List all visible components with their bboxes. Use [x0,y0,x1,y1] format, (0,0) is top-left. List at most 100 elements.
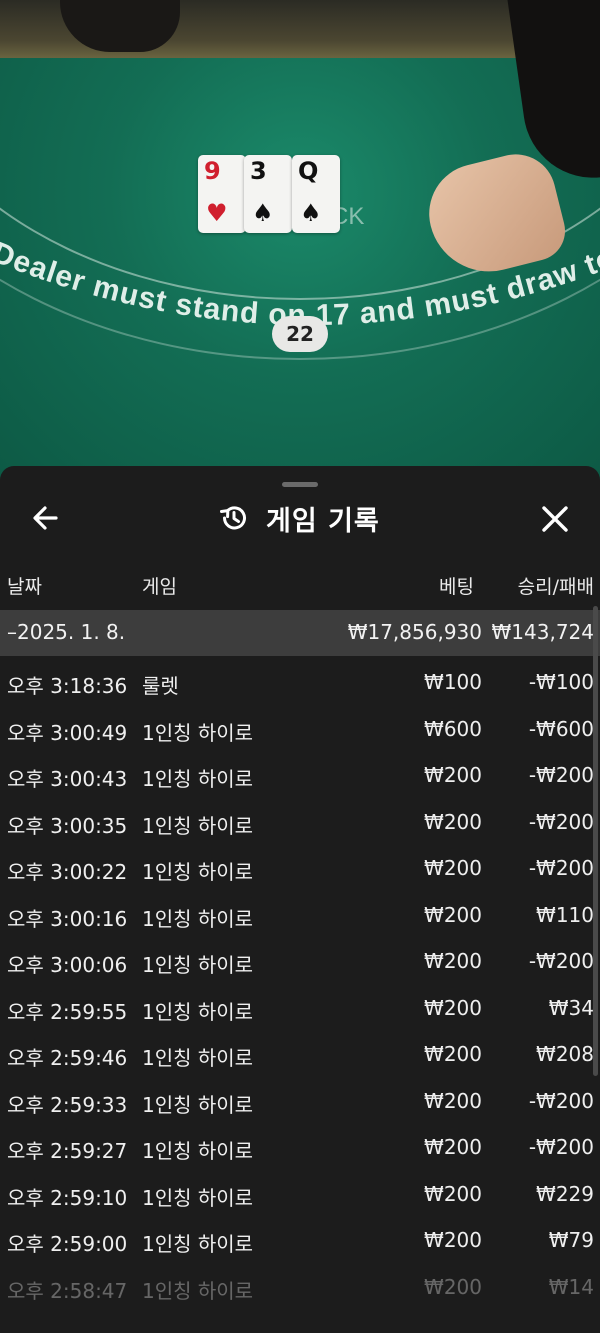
row-time: 오후 3:00:49 [7,720,128,745]
row-game: 1인칭 하이로 [142,1139,254,1163]
row-win-loss: -₩100 [528,670,594,694]
card-1-suit: ♥ [206,199,228,227]
history-row[interactable]: 오후 2:59:00 1인칭 하이로 ₩200 ₩79 [0,1218,600,1265]
card-1-rank: 9 [204,157,221,185]
row-win-loss: -₩200 [528,1135,594,1159]
card-2-rank: 3 [250,157,267,185]
row-time: 오후 3:00:43 [7,767,128,791]
row-game: 룰렛 [142,674,179,698]
row-game: 1인칭 하이로 [142,813,254,838]
scrollbar[interactable] [593,606,598,1076]
summary-total-win-loss: ₩143,724 [491,620,594,644]
history-row[interactable]: 오후 2:58:47 1인칭 하이로 ₩200 ₩14 [0,1265,600,1312]
column-header-win-loss[interactable]: 승리/패배 [480,572,594,600]
row-bet: ₩200 [424,763,482,787]
hand-score-badge: 22 [272,316,328,352]
sheet-header: 게임 기록 [0,494,600,542]
row-bet: ₩200 [424,949,482,973]
history-row[interactable]: 오후 2:59:33 1인칭 하이로 ₩200 -₩200 [0,1079,600,1126]
row-time: 오후 2:59:46 [7,1046,128,1070]
row-win-loss: ₩14 [548,1274,594,1299]
row-game: 1인칭 하이로 [142,1092,254,1117]
row-game: 1인칭 하이로 [142,767,254,791]
sheet-title-group: 게임 기록 [218,498,380,538]
history-row[interactable]: 오후 2:59:10 1인칭 하이로 ₩200 ₩229 [0,1172,600,1219]
row-time: 오후 3:00:35 [7,813,128,838]
row-game: 1인칭 하이로 [142,1046,254,1070]
row-bet: ₩200 [424,1228,482,1252]
summary-total-bet: ₩17,856,930 [347,620,482,644]
row-win-loss: -₩200 [528,1088,594,1113]
back-button[interactable] [28,500,64,536]
history-row[interactable]: 오후 3:00:49 1인칭 하이로 ₩600 -₩600 [0,707,600,754]
date-summary-row[interactable]: –2025. 1. 8. ₩17,856,930 ₩143,724 [0,610,600,656]
row-time: 오후 2:59:00 [7,1232,128,1256]
row-bet: ₩600 [424,716,482,741]
row-time: 오후 2:59:10 [7,1185,128,1210]
row-bet: ₩200 [424,995,482,1020]
row-win-loss: ₩34 [548,995,594,1020]
card-1: 9 ♥ [198,155,246,233]
history-row[interactable]: 오후 3:00:06 1인칭 하이로 ₩200 -₩200 [0,939,600,986]
live-table-video: Dealer must stand on 17 and must draw to… [0,0,600,480]
card-3: Q ♠ [292,155,340,233]
row-time: 오후 2:59:27 [7,1139,128,1163]
row-game: 1인칭 하이로 [142,860,254,884]
row-game: 1인칭 하이로 [142,953,254,977]
history-list: 오후 3:18:36 룰렛 ₩100 -₩100 오후 3:00:49 1인칭 하이로 ₩6… [0,660,600,1311]
row-bet: ₩200 [424,856,482,880]
row-win-loss: -₩200 [528,809,594,834]
row-time: 오후 2:58:47 [7,1278,128,1303]
card-2-suit: ♠ [252,199,274,227]
row-win-loss: ₩110 [536,902,594,927]
row-bet: ₩200 [424,1181,482,1206]
sheet-title: 게임 기록 [266,505,380,537]
row-win-loss: -₩600 [528,716,594,741]
row-win-loss: ₩229 [536,1181,594,1206]
row-time: 오후 3:00:16 [7,906,128,931]
row-bet: ₩100 [424,670,482,694]
sheet-drag-handle[interactable] [282,482,318,487]
row-game: 1인칭 하이로 [142,1185,254,1210]
summary-date: –2025. 1. 8. [7,620,126,644]
row-game: 1인칭 하이로 [142,906,254,931]
column-header-game[interactable]: 게임 [142,572,177,600]
history-row[interactable]: 오후 2:59:55 1인칭 하이로 ₩200 ₩34 [0,986,600,1033]
history-row[interactable]: 오후 3:00:16 1인칭 하이로 ₩200 ₩110 [0,893,600,940]
row-bet: ₩200 [424,902,482,927]
history-row[interactable]: 오후 3:00:43 1인칭 하이로 ₩200 -₩200 [0,753,600,800]
history-row[interactable]: 오후 2:59:27 1인칭 하이로 ₩200 -₩200 [0,1125,600,1172]
history-row[interactable]: 오후 3:00:22 1인칭 하이로 ₩200 -₩200 [0,846,600,893]
dealer-cards: 9 ♥ 3 ♠ Q ♠ [198,155,348,235]
row-win-loss: -₩200 [528,949,594,973]
row-game: 1인칭 하이로 [142,720,254,745]
history-icon [220,506,246,530]
row-bet: ₩200 [424,1088,482,1113]
row-game: 1인칭 하이로 [142,1278,254,1303]
history-row[interactable]: 오후 3:18:36 룰렛 ₩100 -₩100 [0,660,600,707]
row-time: 오후 3:00:22 [7,860,128,884]
row-time: 오후 3:18:36 [7,674,128,698]
history-row[interactable]: 오후 2:59:46 1인칭 하이로 ₩200 ₩208 [0,1032,600,1079]
close-icon [542,506,568,532]
card-2: 3 ♠ [244,155,292,233]
arrow-left-icon [33,506,58,530]
row-win-loss: ₩79 [548,1228,594,1252]
row-time: 오후 2:59:55 [7,999,128,1024]
row-time: 오후 3:00:06 [7,953,128,977]
row-win-loss: -₩200 [528,763,594,787]
row-win-loss: ₩208 [536,1042,594,1066]
row-bet: ₩200 [424,809,482,834]
row-bet: ₩200 [424,1274,482,1299]
column-header-date[interactable]: 날짜 [7,572,42,600]
row-game: 1인칭 하이로 [142,1232,254,1256]
row-win-loss: -₩200 [528,856,594,880]
close-button[interactable] [536,500,574,538]
history-row[interactable]: 오후 3:00:35 1인칭 하이로 ₩200 -₩200 [0,800,600,847]
row-game: 1인칭 하이로 [142,999,254,1024]
game-history-sheet: 게임 기록 날짜 게임 베팅 승리/패배 –2025. 1. 8. ₩17,85… [0,466,600,1333]
row-bet: ₩200 [424,1042,482,1066]
card-3-suit: ♠ [300,199,322,227]
column-header-bet[interactable]: 베팅 [400,572,474,600]
row-time: 오후 2:59:33 [7,1092,128,1117]
